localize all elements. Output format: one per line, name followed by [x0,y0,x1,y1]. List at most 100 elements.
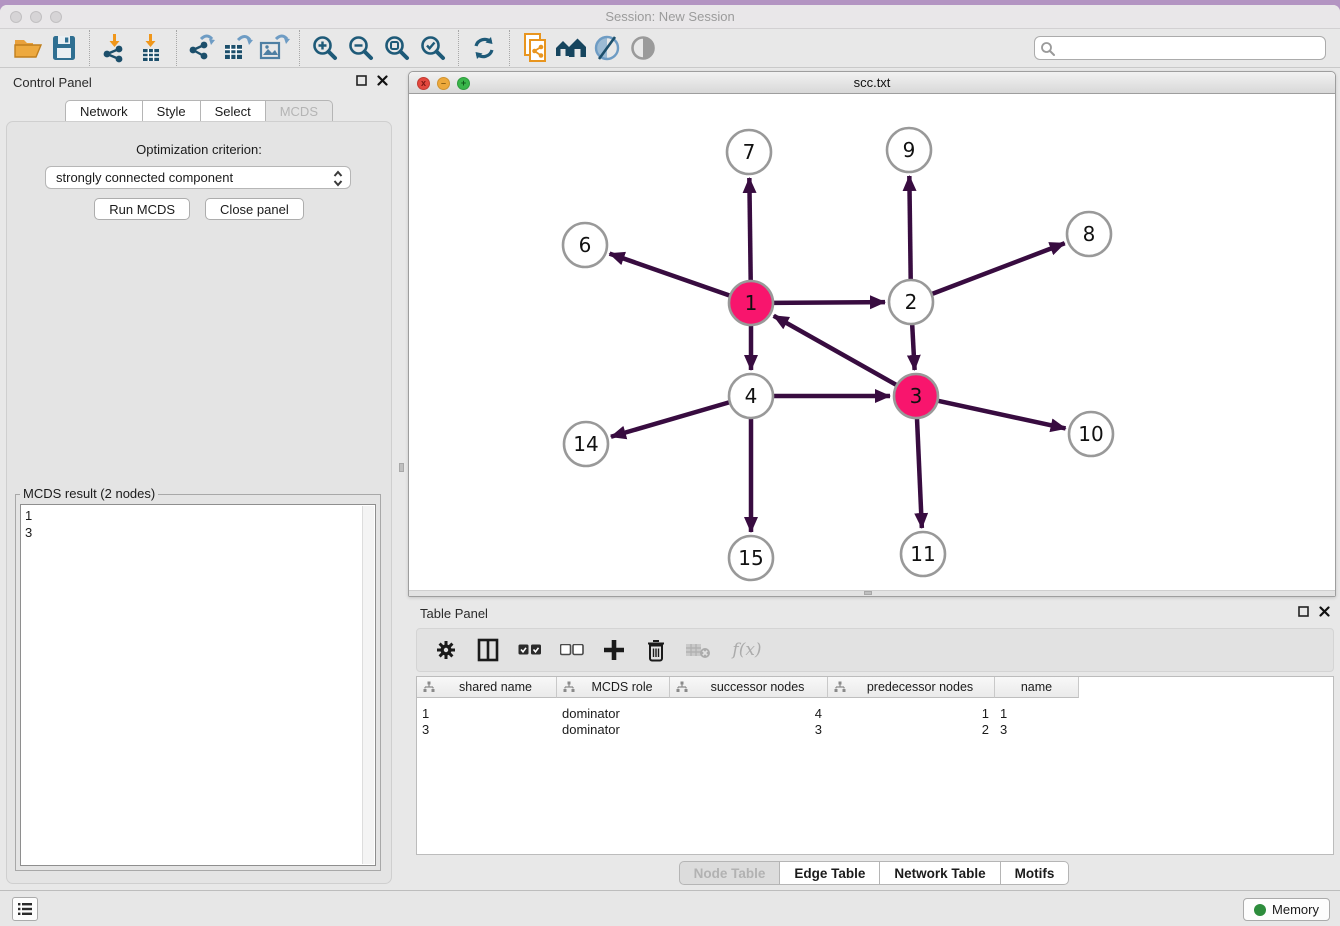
import-table-file-icon [136,33,166,63]
table-toolbar: f(x) [416,628,1334,672]
tab-select[interactable]: Select [200,100,265,122]
network-canvas[interactable]: 7968124314101511 [409,94,1335,591]
graph-edge-1-2[interactable] [773,302,885,303]
result-scrollbar[interactable] [362,506,374,864]
mcds-result-fieldset: MCDS result (2 nodes) 1 3 [15,494,381,871]
network-window-titlebar[interactable]: x – + scc.txt [409,72,1335,94]
tab-node-table[interactable]: Node Table [679,861,780,885]
tab-style[interactable]: Style [142,100,200,122]
close-panel-icon[interactable] [1319,606,1330,617]
cell-mcds-role[interactable]: dominator [557,721,670,737]
splitter-grip-horizontal[interactable] [864,591,872,595]
tab-edge-table[interactable]: Edge Table [779,861,879,885]
select-all-button[interactable] [517,637,543,663]
node-table: shared name MCDS role successor nodes pr… [416,676,1334,855]
new-network-button[interactable] [184,31,220,65]
cell-shared-name[interactable]: 3 [417,721,557,737]
memory-status-icon [1254,904,1266,916]
status-bar: Memory [0,890,1340,926]
export-image-button[interactable] [256,31,292,65]
criterion-dropdown[interactable]: strongly connected component [45,166,351,189]
import-table-button[interactable] [133,31,169,65]
graph-edge-1-7[interactable] [749,178,750,281]
result-line: 3 [25,524,371,541]
cell-successor-nodes[interactable]: 4 [670,705,828,721]
close-panel-icon[interactable] [377,75,388,86]
zoom-fit-icon [383,34,411,62]
cell-successor-nodes[interactable]: 3 [670,721,828,737]
column-header-name[interactable]: name [995,677,1079,698]
cell-predecessor-nodes[interactable]: 2 [828,721,995,737]
show-columns-button[interactable] [475,637,501,663]
table-row[interactable]: 1 dominator 4 1 1 [417,705,1079,721]
memory-button[interactable]: Memory [1243,898,1330,921]
column-header-predecessor-nodes[interactable]: predecessor nodes [828,677,995,698]
hide-details-icon [592,34,622,62]
graph-edge-2-3[interactable] [912,324,914,370]
open-session-button[interactable] [10,31,46,65]
select-all-icon [518,644,542,656]
tab-mcds[interactable]: MCDS [265,100,333,122]
graph-edge-2-9[interactable] [909,176,910,280]
graph-node-label: 10 [1078,422,1103,446]
graph-edge-3-10[interactable] [937,401,1065,429]
zoom-out-button[interactable] [343,31,379,65]
cell-mcds-role[interactable]: dominator [557,705,670,721]
show-details-button[interactable] [625,31,661,65]
graph-edge-3-1[interactable] [774,316,897,385]
network-window-resize-bar[interactable] [409,590,1335,596]
graph-node-label: 11 [910,542,935,566]
splitter-grip-vertical[interactable] [399,463,404,472]
first-neighbors-button[interactable] [553,31,589,65]
import-network-button[interactable] [97,31,133,65]
add-icon [603,639,625,661]
search-input[interactable] [1059,37,1319,59]
save-session-button[interactable] [46,31,82,65]
tab-network-table[interactable]: Network Table [879,861,999,885]
graph-edge-3-11[interactable] [917,418,922,528]
column-header-shared-name[interactable]: shared name [417,677,557,698]
search-box [1034,36,1326,60]
memory-label: Memory [1272,902,1319,917]
zoom-in-button[interactable] [307,31,343,65]
graph-edge-2-8[interactable] [932,243,1065,294]
run-mcds-button[interactable]: Run MCDS [94,198,190,220]
search-icon [1040,41,1056,57]
deselect-all-button[interactable] [559,637,585,663]
cell-name[interactable]: 1 [995,705,1079,721]
float-panel-icon[interactable] [356,75,367,86]
close-panel-button[interactable]: Close panel [205,198,304,220]
copy-network-button[interactable] [517,31,553,65]
zoom-selected-button[interactable] [415,31,451,65]
toolbar-separator [509,30,510,66]
apply-layout-button[interactable] [466,31,502,65]
hide-details-button[interactable] [589,31,625,65]
show-details-icon [629,34,657,62]
function-builder-button[interactable]: f(x) [727,637,767,663]
tab-motifs[interactable]: Motifs [1000,861,1070,885]
graph-node-label: 9 [903,138,916,162]
mcds-result-text[interactable]: 1 3 [20,504,376,866]
zoom-in-icon [311,34,339,62]
float-panel-icon[interactable] [1298,606,1309,617]
tab-network[interactable]: Network [65,100,142,122]
zoom-fit-button[interactable] [379,31,415,65]
create-column-button[interactable] [601,637,627,663]
optimization-criterion-label: Optimization criterion: [7,142,391,157]
cell-predecessor-nodes[interactable]: 1 [828,705,995,721]
cell-shared-name[interactable]: 1 [417,705,557,721]
column-header-mcds-role[interactable]: MCDS role [557,677,670,698]
app-title: Session: New Session [0,9,1340,24]
app-titlebar: Session: New Session [0,5,1340,29]
table-row[interactable]: 3 dominator 3 2 3 [417,721,1079,737]
new-table-button[interactable] [220,31,256,65]
cell-name[interactable]: 3 [995,721,1079,737]
column-header-successor-nodes[interactable]: successor nodes [670,677,828,698]
delete-column-button[interactable] [643,637,669,663]
graph-edge-4-14[interactable] [611,402,730,437]
graph-edge-1-6[interactable] [610,254,731,296]
new-network-icon [187,33,217,63]
table-settings-button[interactable] [433,637,459,663]
delete-table-button[interactable] [685,637,711,663]
show-task-history-button[interactable] [12,897,38,921]
